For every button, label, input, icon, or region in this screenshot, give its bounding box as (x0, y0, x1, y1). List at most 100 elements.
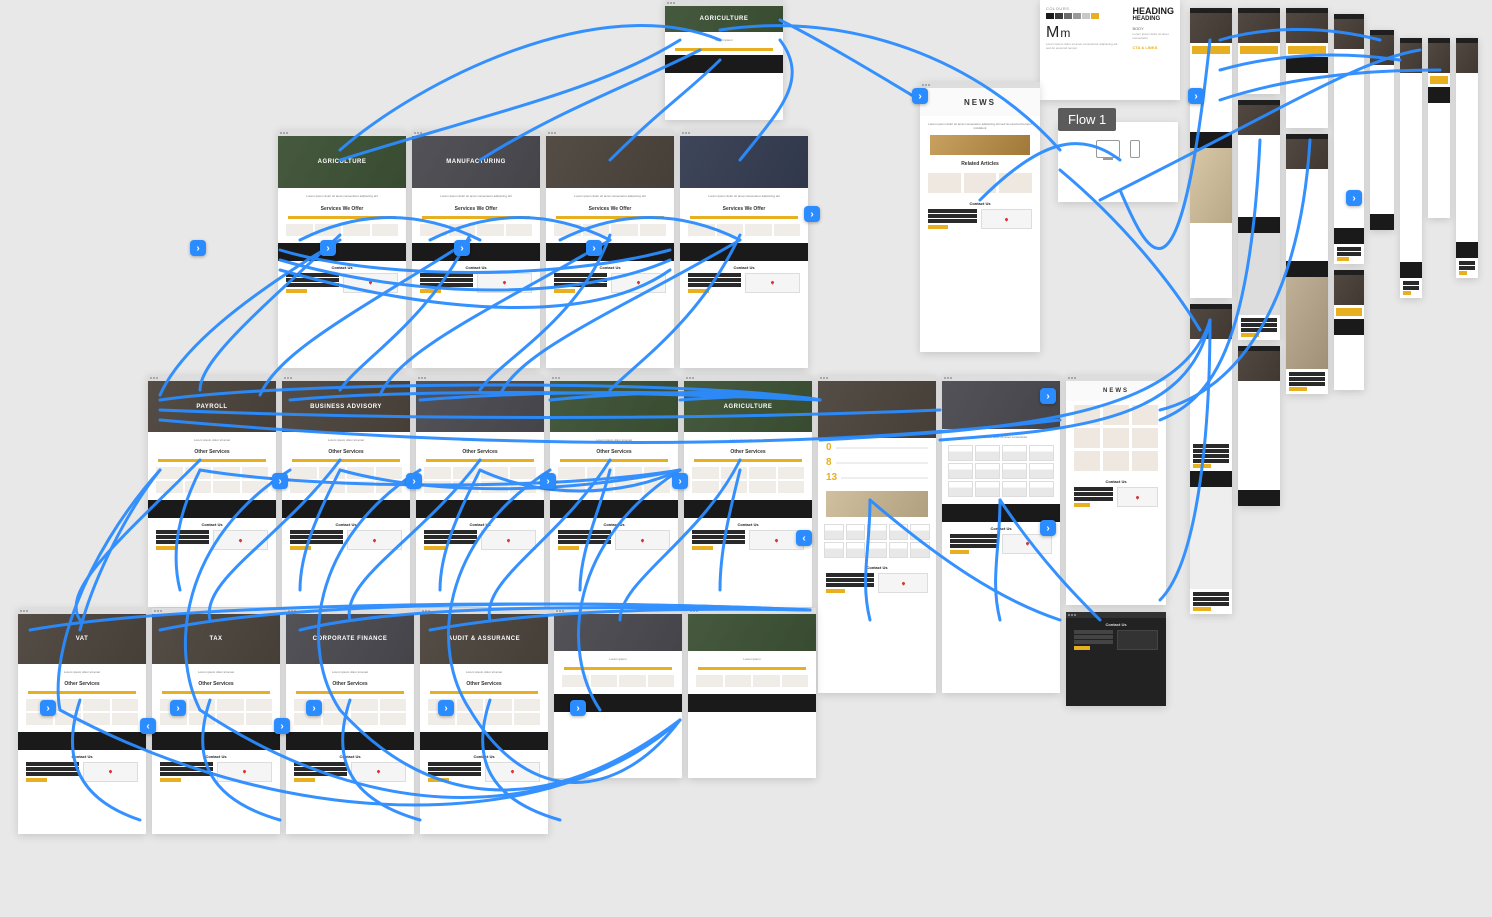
frame-payroll[interactable]: PAYROLL Lorem ipsum dolor sit amet Other… (148, 375, 276, 607)
section-heading: Services We Offer (412, 202, 540, 214)
stat-value: 0 (826, 442, 832, 453)
hero-title: PAYROLL (148, 381, 276, 432)
frame-sector-4[interactable]: Lorem ipsum dolor sit amet consectetur a… (680, 130, 808, 368)
flow-anchor[interactable] (796, 530, 812, 546)
flow-anchor[interactable] (140, 718, 156, 734)
frame-contact-dark[interactable]: Contact Us (1066, 612, 1166, 706)
contact-heading: Contact Us (1074, 622, 1158, 627)
hero-title: AGRICULTURE (278, 136, 406, 188)
contact-heading: Contact Us (928, 201, 1032, 206)
frame-service-4[interactable]: Lorem ipsum dolor sit amet Other Service… (550, 375, 678, 607)
contact-heading: Contact Us (1074, 479, 1158, 484)
flow-anchor[interactable] (454, 240, 470, 256)
section-heading: Other Services (282, 445, 410, 457)
mobile-frame[interactable] (1370, 30, 1394, 230)
mobile-frame[interactable] (1238, 346, 1280, 506)
mobile-frame[interactable] (1456, 38, 1478, 278)
frame-vat[interactable]: VAT Lorem ipsum dolor sit amet Other Ser… (18, 608, 146, 834)
flow-anchor[interactable] (804, 206, 820, 222)
mobile-frame[interactable] (1334, 270, 1364, 390)
mobile-frame[interactable] (1286, 134, 1328, 394)
hero-title: TAX (152, 614, 280, 664)
swatch (1073, 13, 1081, 19)
mobile-frame[interactable] (1238, 100, 1280, 340)
flow-anchor[interactable] (1346, 190, 1362, 206)
section-heading: Other Services (420, 677, 548, 689)
mobile-frame[interactable] (1428, 38, 1450, 218)
frame-news[interactable]: NEWS Lorem ipsum dolor sit amet consecte… (920, 82, 1040, 352)
hero-title: CORPORATE FINANCE (286, 614, 414, 664)
flow-anchor[interactable] (190, 240, 206, 256)
flow-start-card[interactable]: Flow 1 (1058, 122, 1178, 202)
flow-label: Flow 1 (1058, 108, 1116, 131)
section-heading: Other Services (286, 677, 414, 689)
frame-agriculture-service[interactable]: AGRICULTURE Lorem ipsum dolor sit amet O… (684, 375, 812, 607)
frame-business-advisory[interactable]: BUSINESS ADVISORY Lorem ipsum dolor sit … (282, 375, 410, 607)
frame-agriculture[interactable]: AGRICULTURE Lorem ipsum dolor sit amet c… (278, 130, 406, 368)
stat-value: 13 (826, 472, 837, 483)
contact-heading: Contact Us (290, 522, 402, 527)
frame-tax[interactable]: TAX Lorem ipsum dolor sit amet Other Ser… (152, 608, 280, 834)
flow-anchor[interactable] (912, 88, 928, 104)
section-heading: Other Services (148, 445, 276, 457)
flow-anchor[interactable] (540, 473, 556, 489)
flow-anchor[interactable] (320, 240, 336, 256)
contact-heading: Contact Us (156, 522, 268, 527)
styleguide-cta-label: CTA & LINKS (1132, 45, 1174, 50)
section-heading: Other Services (18, 677, 146, 689)
flow-anchor[interactable] (438, 700, 454, 716)
flow-anchor[interactable] (40, 700, 56, 716)
flow-anchor[interactable] (406, 473, 422, 489)
section-heading: Other Services (416, 445, 544, 457)
mobile-frame[interactable] (1400, 38, 1422, 298)
flow-anchor[interactable] (586, 240, 602, 256)
frame-agriculture-home[interactable]: AGRICULTURE Lorem ipsum (665, 0, 783, 120)
flow-anchor[interactable] (306, 700, 322, 716)
hero-title: BUSINESS ADVISORY (282, 381, 410, 432)
flow-anchor[interactable] (1040, 520, 1056, 536)
desktop-icon (1096, 140, 1120, 158)
mobile-frame[interactable] (1190, 304, 1232, 614)
contact-heading: Contact Us (286, 265, 398, 270)
hero-title: VAT (18, 614, 146, 664)
mobile-frame[interactable] (1334, 14, 1364, 264)
frame-service-9[interactable]: Lorem ipsum (554, 608, 682, 778)
contact-heading: Contact Us (558, 522, 670, 527)
frame-stats[interactable]: 0 8 13 Contact Us (818, 375, 936, 693)
hero-title: AGRICULTURE (684, 381, 812, 432)
styleguide-colours-label: COLOURS (1046, 6, 1120, 11)
mobile-frame[interactable] (1286, 8, 1328, 128)
flow-anchor[interactable] (570, 700, 586, 716)
styleguide-body-text: Lorem ipsum dolor sit amet consectetur (1132, 33, 1174, 41)
frame-corporate-finance[interactable]: CORPORATE FINANCE Lorem ipsum dolor sit … (286, 608, 414, 834)
frame-manufacturing[interactable]: MANUFACTURING Lorem ipsum dolor sit amet… (412, 130, 540, 368)
swatch (1082, 13, 1090, 19)
flow-anchor[interactable] (272, 473, 288, 489)
flow-anchor[interactable] (672, 473, 688, 489)
frame-service-10[interactable]: Lorem ipsum (688, 608, 816, 778)
flow-anchor[interactable] (1040, 388, 1056, 404)
related-articles-heading: Related Articles (920, 157, 1040, 169)
styleguide-card: COLOURS M m Lorem ipsum dolor sit amet c… (1040, 0, 1180, 100)
swatch (1046, 13, 1054, 19)
swatch (1055, 13, 1063, 19)
frame-service-3[interactable]: Lorem ipsum dolor sit amet Other Service… (416, 375, 544, 607)
mobile-frame[interactable] (1238, 8, 1280, 94)
contact-heading: Contact Us (420, 265, 532, 270)
frame-news-listing[interactable]: NEWS Contact Us (1066, 375, 1166, 605)
hero-title: AUDIT & ASSURANCE (420, 614, 548, 664)
styleguide-heading: HEADING (1132, 6, 1174, 16)
stat-value: 8 (826, 457, 832, 468)
contact-heading: Contact Us (294, 754, 406, 759)
section-heading: Services We Offer (278, 202, 406, 214)
styleguide-tiny-text: Lorem ipsum dolor sit amet consectetur a… (1046, 43, 1120, 51)
flow-anchor[interactable] (170, 700, 186, 716)
prototype-canvas[interactable]: COLOURS M m Lorem ipsum dolor sit amet c… (0, 0, 1492, 917)
news-heading: NEWS (920, 88, 1040, 116)
frame-audit-assurance[interactable]: AUDIT & ASSURANCE Lorem ipsum dolor sit … (420, 608, 548, 834)
flow-anchor[interactable] (274, 718, 290, 734)
mobile-frame[interactable] (1190, 8, 1232, 298)
frame-sector-3[interactable]: Lorem ipsum dolor sit amet consectetur a… (546, 130, 674, 368)
phone-icon (1130, 140, 1140, 158)
flow-anchor[interactable] (1188, 88, 1204, 104)
